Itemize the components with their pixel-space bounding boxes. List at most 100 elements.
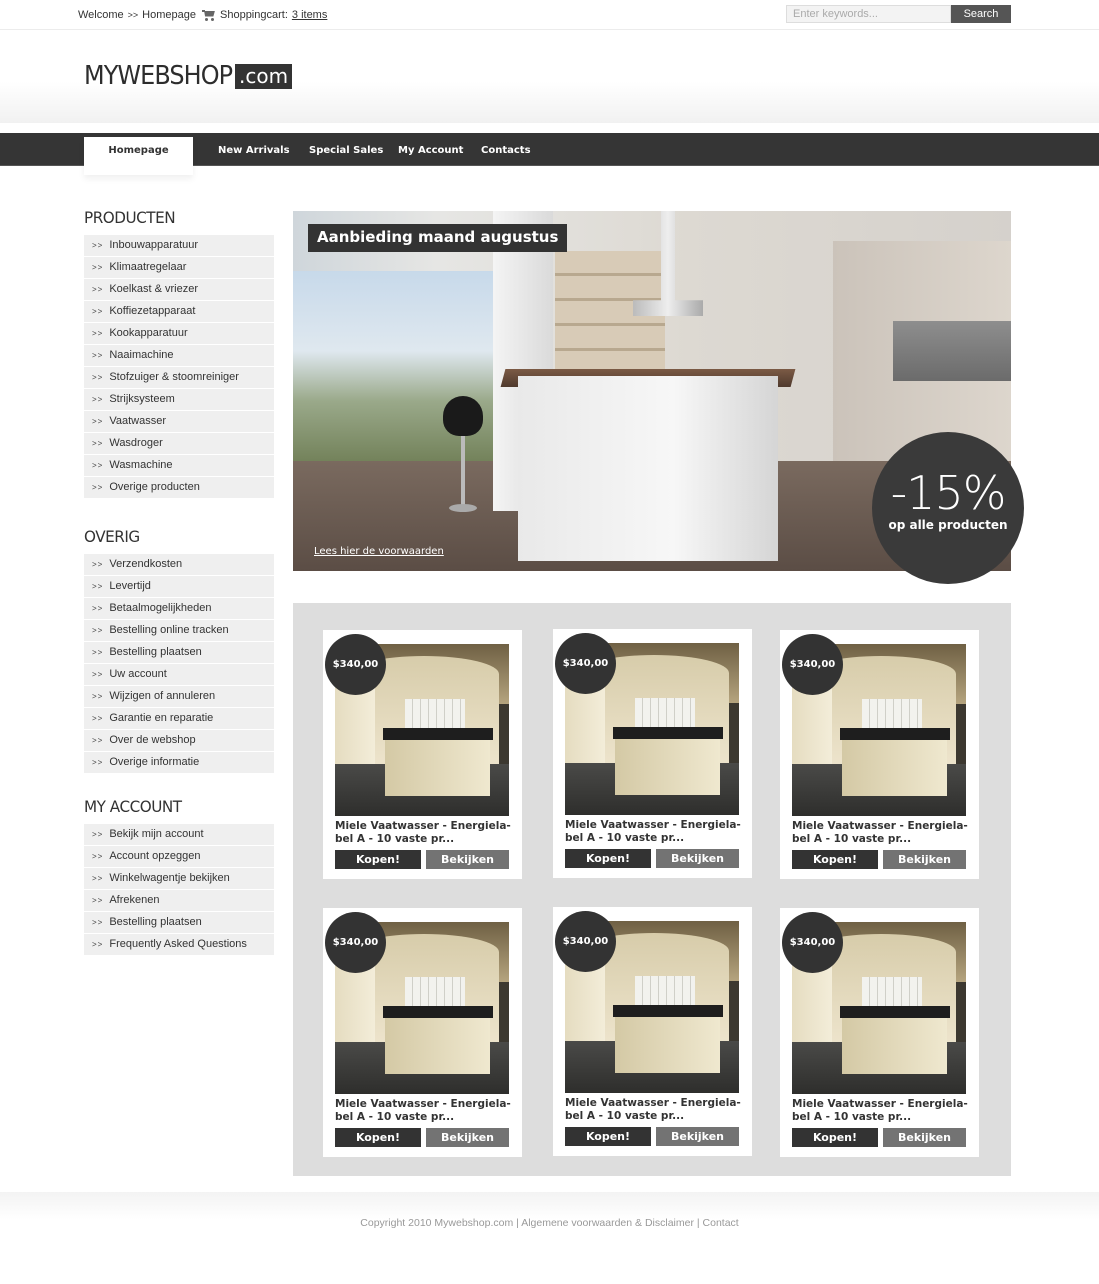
double-chevron-right-icon: >>	[92, 604, 104, 613]
double-chevron-right-icon: >>	[92, 582, 104, 591]
product-title[interactable]: Miele Vaatwasser - Energiela-bel A - 10 …	[565, 1097, 743, 1123]
discount-badge: -15% op alle producten	[872, 432, 1024, 584]
sidebar-item-label: Over de webshop	[109, 734, 196, 746]
contact-link[interactable]: Contact	[703, 1217, 739, 1229]
sidebar-item-afrekenen[interactable]: >> Afrekenen	[84, 890, 274, 911]
view-button[interactable]: Bekijken	[656, 849, 739, 868]
nav-special-sales[interactable]: Special Sales	[309, 133, 383, 166]
view-button[interactable]: Bekijken	[426, 1128, 509, 1147]
welcome-text: Welcome	[78, 9, 124, 21]
double-chevron-right-icon: >>	[92, 439, 104, 448]
sidebar-item-bestelling-plaatsen[interactable]: >> Bestelling plaatsen	[84, 642, 274, 663]
sidebar-item-wasmachine[interactable]: >> Wasmachine	[84, 455, 274, 476]
nav-new-arrivals[interactable]: New Arrivals	[218, 133, 290, 166]
nav-homepage[interactable]: Homepage	[84, 137, 193, 175]
sidebar-heading-account: MY ACCOUNT	[84, 797, 182, 816]
sidebar-item-account-opzeggen[interactable]: >> Account opzeggen	[84, 846, 274, 867]
sidebar-item-bekijk-mijn-account[interactable]: >> Bekijk mijn account	[84, 824, 274, 845]
buy-button[interactable]: Kopen!	[792, 1128, 878, 1147]
product-title[interactable]: Miele Vaatwasser - Energiela-bel A - 10 …	[335, 820, 513, 846]
product-card: $340,00 Miele Vaatwasser - Energiela-bel …	[553, 907, 752, 1156]
sidebar-item-stofzuiger-and-stoomreiniger[interactable]: >> Stofzuiger & stoomreiniger	[84, 367, 274, 388]
buy-button[interactable]: Kopen!	[335, 850, 421, 869]
cart-items-link[interactable]: 3 items	[292, 9, 327, 21]
breadcrumb-current[interactable]: Homepage	[142, 9, 196, 21]
sidebar-item-wijzigen-of-annuleren[interactable]: >> Wijzigen of annuleren	[84, 686, 274, 707]
double-chevron-right-icon: >>	[92, 351, 104, 360]
buy-button[interactable]: Kopen!	[565, 1127, 651, 1146]
sidebar-item-wasdroger[interactable]: >> Wasdroger	[84, 433, 274, 454]
double-chevron-right-icon: >>	[92, 241, 104, 250]
top-bar: Welcome >> Homepage Shoppingcart: 3 item…	[0, 0, 1099, 30]
sidebar-item-frequently-asked-questions[interactable]: >> Frequently Asked Questions	[84, 934, 274, 955]
buy-button[interactable]: Kopen!	[565, 849, 651, 868]
logo[interactable]: MYWEBSHOP .com	[84, 61, 293, 91]
sidebar-item-label: Overige informatie	[109, 756, 200, 768]
sidebar-item-naaimachine[interactable]: >> Naaimachine	[84, 345, 274, 366]
sidebar-item-label: Bestelling plaatsen	[109, 646, 202, 658]
double-chevron-right-icon: >>	[92, 758, 104, 767]
cart-label: Shoppingcart:	[220, 9, 288, 21]
sidebar-item-label: Klimaatregelaar	[109, 261, 187, 273]
product-title[interactable]: Miele Vaatwasser - Energiela-bel A - 10 …	[565, 819, 743, 845]
terms-link[interactable]: Lees hier de voorwaarden	[314, 546, 444, 557]
sidebar-item-winkelwagentje-bekijken[interactable]: >> Winkelwagentje bekijken	[84, 868, 274, 889]
nav-contacts[interactable]: Contacts	[481, 133, 531, 166]
sidebar-item-vaatwasser[interactable]: >> Vaatwasser	[84, 411, 274, 432]
sidebar-item-label: Afrekenen	[109, 894, 160, 906]
sidebar-item-kookapparatuur[interactable]: >> Kookapparatuur	[84, 323, 274, 344]
view-button[interactable]: Bekijken	[883, 850, 966, 869]
search-button[interactable]: Search	[951, 5, 1011, 23]
view-button[interactable]: Bekijken	[883, 1128, 966, 1147]
product-title[interactable]: Miele Vaatwasser - Energiela-bel A - 10 …	[335, 1098, 513, 1124]
double-chevron-right-icon: >>	[92, 461, 104, 470]
sidebar-item-garantie-en-reparatie[interactable]: >> Garantie en reparatie	[84, 708, 274, 729]
double-chevron-right-icon: >>	[92, 670, 104, 679]
sidebar-item-betaalmogelijkheden[interactable]: >> Betaalmogelijkheden	[84, 598, 274, 619]
sidebar-item-koffiezetapparaat[interactable]: >> Koffiezetapparaat	[84, 301, 274, 322]
sidebar-item-label: Vaatwasser	[109, 415, 166, 427]
sidebar-item-overige-informatie[interactable]: >> Overige informatie	[84, 752, 274, 773]
product-card: $340,00 Miele Vaatwasser - Energiela-bel …	[780, 630, 979, 879]
sidebar-item-strijksysteem[interactable]: >> Strijksysteem	[84, 389, 274, 410]
promo-banner[interactable]: Aanbieding maand augustus Lees hier de v…	[293, 211, 1024, 584]
sidebar-item-klimaatregelaar[interactable]: >> Klimaatregelaar	[84, 257, 274, 278]
view-button[interactable]: Bekijken	[656, 1127, 739, 1146]
main-nav: Homepage New Arrivals Special Sales My A…	[0, 133, 1099, 175]
sidebar-item-verzendkosten[interactable]: >> Verzendkosten	[84, 554, 274, 575]
double-chevron-right-icon: >>	[92, 692, 104, 701]
double-chevron-right-icon: >>	[92, 626, 104, 635]
buy-button[interactable]: Kopen!	[335, 1128, 421, 1147]
sidebar-item-label: Inbouwapparatuur	[109, 239, 199, 251]
sidebar-item-overige-producten[interactable]: >> Overige producten	[84, 477, 274, 498]
sidebar-item-label: Wijzigen of annuleren	[109, 690, 216, 702]
sidebar-item-bestelling-online-tracken[interactable]: >> Bestelling online tracken	[84, 620, 274, 641]
sidebar-item-label: Bestelling plaatsen	[109, 916, 202, 928]
product-title[interactable]: Miele Vaatwasser - Energiela-bel A - 10 …	[792, 820, 970, 846]
sidebar-item-koelkast-and-vriezer[interactable]: >> Koelkast & vriezer	[84, 279, 274, 300]
sidebar-item-label: Frequently Asked Questions	[109, 938, 247, 950]
sidebar-item-over-de-webshop[interactable]: >> Over de webshop	[84, 730, 274, 751]
double-chevron-right-icon: >>	[92, 648, 104, 657]
copyright-link[interactable]: Copyright 2010 Mywebshop.com	[360, 1217, 513, 1229]
discount-text: op alle producten	[888, 518, 1008, 532]
sidebar-item-inbouwapparatuur[interactable]: >> Inbouwapparatuur	[84, 235, 274, 256]
sidebar-item-label: Stofzuiger & stoomreiniger	[109, 371, 239, 383]
sidebar-item-label: Bestelling online tracken	[109, 624, 229, 636]
sidebar-item-label: Garantie en reparatie	[109, 712, 214, 724]
view-button[interactable]: Bekijken	[426, 850, 509, 869]
logo-text: MYWEBSHOP	[84, 61, 233, 91]
sidebar-item-label: Naaimachine	[109, 349, 174, 361]
product-title[interactable]: Miele Vaatwasser - Energiela-bel A - 10 …	[792, 1098, 970, 1124]
double-chevron-right-icon: >>	[92, 714, 104, 723]
search-input[interactable]	[786, 5, 951, 23]
double-chevron-right-icon: >>	[92, 852, 104, 861]
terms-disclaimer-link[interactable]: Algemene voorwaarden & Disclaimer	[521, 1217, 694, 1229]
sidebar-item-bestelling-plaatsen[interactable]: >> Bestelling plaatsen	[84, 912, 274, 933]
sidebar-item-uw-account[interactable]: >> Uw account	[84, 664, 274, 685]
buy-button[interactable]: Kopen!	[792, 850, 878, 869]
price-badge: $340,00	[782, 634, 843, 695]
nav-my-account[interactable]: My Account	[398, 133, 463, 166]
sidebar-item-levertijd[interactable]: >> Levertijd	[84, 576, 274, 597]
double-chevron-right-icon: >>	[92, 373, 104, 382]
